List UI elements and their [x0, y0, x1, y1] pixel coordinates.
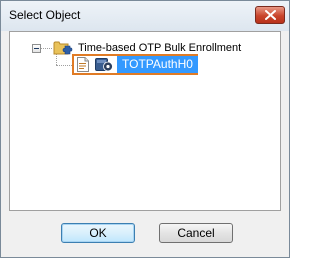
- close-icon: [265, 10, 276, 20]
- tree-collapse-toggle[interactable]: [32, 44, 41, 53]
- tree-connector: [41, 48, 52, 49]
- document-icon: [76, 57, 90, 77]
- gear-icon: [95, 57, 114, 77]
- title-bar: Select Object: [1, 1, 289, 31]
- close-button[interactable]: [255, 6, 285, 24]
- select-object-dialog: Select Object Time-based OTP Bulk Enroll…: [0, 0, 290, 258]
- tree-root-label[interactable]: Time-based OTP Bulk Enrollment: [78, 42, 241, 54]
- object-tree[interactable]: Time-based OTP Bulk Enrollment TOTPAuthH…: [9, 31, 281, 211]
- window-title: Select Object: [9, 8, 81, 22]
- ok-button[interactable]: OK: [61, 223, 135, 243]
- tree-item-label[interactable]: TOTPAuthH0: [117, 56, 198, 73]
- cancel-button[interactable]: Cancel: [159, 223, 233, 243]
